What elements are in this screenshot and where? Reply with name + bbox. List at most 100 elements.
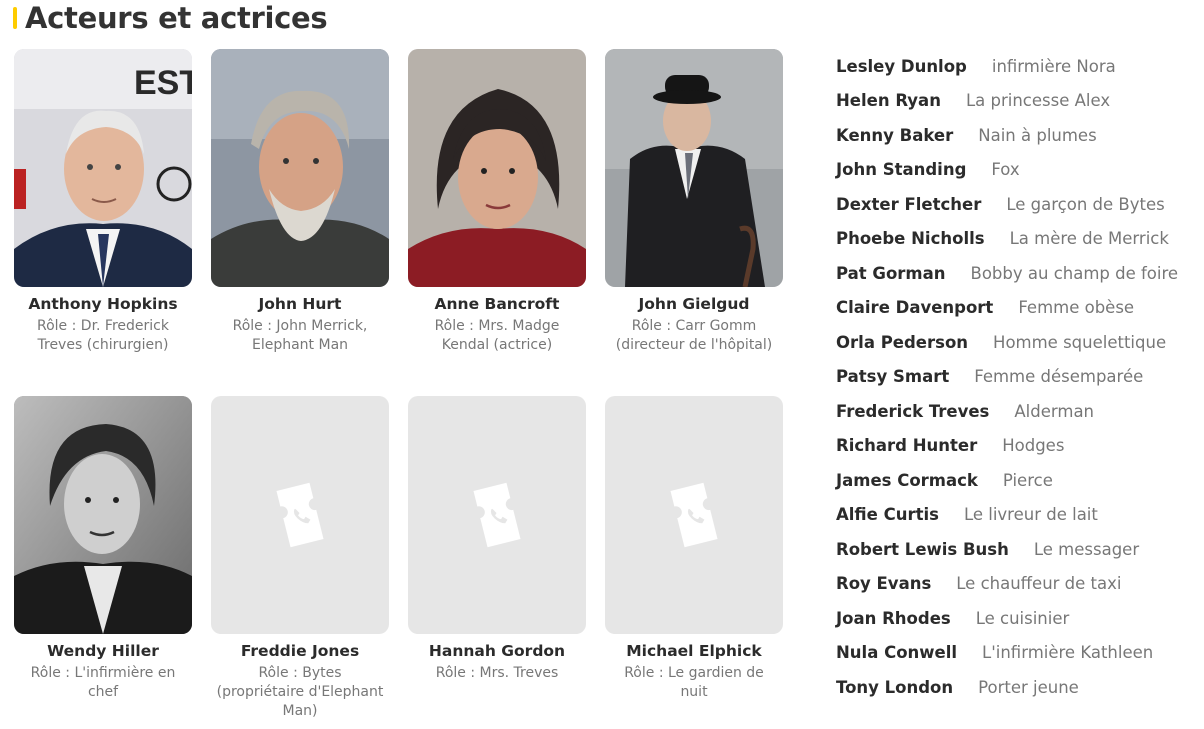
cast-row: Kenny Baker Nain à plumes <box>836 118 1204 153</box>
cast-row: Frederick Treves Alderman <box>836 394 1204 429</box>
cast-role: Hodges <box>1002 436 1065 456</box>
actor-grid: EST Anthony Hopkins Rôle : Dr. Frederick… <box>14 49 794 729</box>
cast-name[interactable]: Orla Pederson <box>836 333 968 352</box>
actor-role: Rôle : John Merrick, Elephant Man <box>232 318 368 353</box>
actor-name[interactable]: Anthony Hopkins <box>14 295 192 313</box>
cast-row: James Cormack Pierce <box>836 463 1204 498</box>
actor-card-hannah-gordon[interactable]: Hannah Gordon Rôle : Mrs. Treves <box>408 396 586 683</box>
cast-row: Orla Pederson Homme squelettique <box>836 325 1204 360</box>
cast-name[interactable]: James Cormack <box>836 471 978 490</box>
cast-row: Richard Hunter Hodges <box>836 429 1204 464</box>
cast-name[interactable]: Helen Ryan <box>836 91 941 110</box>
cast-role: Le chauffeur de taxi <box>956 574 1122 594</box>
cast-role: Nain à plumes <box>978 125 1097 145</box>
section-title: Acteurs et actrices <box>25 1 328 35</box>
actor-portrait-image <box>408 49 586 287</box>
cast-name[interactable]: Alfie Curtis <box>836 505 939 524</box>
cast-role: Bobby au champ de foire <box>970 263 1179 283</box>
actor-photo-placeholder[interactable] <box>408 396 586 634</box>
cast-role: La princesse Alex <box>965 91 1111 111</box>
cast-row: Phoebe Nicholls La mère de Merrick <box>836 222 1204 257</box>
ticket-placeholder-icon <box>473 482 521 548</box>
cast-role: Le garçon de Bytes <box>1006 194 1165 214</box>
cast-row: Lesley Dunlop infirmière Nora <box>836 49 1204 84</box>
actor-photo[interactable]: EST <box>14 49 192 287</box>
actor-name[interactable]: Anne Bancroft <box>408 295 586 313</box>
actor-name[interactable]: Hannah Gordon <box>408 642 586 660</box>
cast-list: Lesley Dunlop infirmière Nora Helen Ryan L… <box>836 49 1204 705</box>
cast-name[interactable]: Pat Gorman <box>836 264 946 283</box>
cast-row: Nula Conwell L'infirmière Kathleen <box>836 636 1204 671</box>
actor-portrait-image: EST <box>14 49 192 287</box>
cast-role: infirmière Nora <box>991 56 1116 76</box>
actor-photo[interactable] <box>408 49 586 287</box>
cast-name[interactable]: Roy Evans <box>836 574 931 593</box>
cast-row: Dexter Fletcher Le garçon de Bytes <box>836 187 1204 222</box>
cast-name[interactable]: Dexter Fletcher <box>836 195 981 214</box>
actor-card-wendy-hiller[interactable]: Wendy Hiller Rôle : L'infirmière en chef <box>14 396 192 702</box>
cast-row: Tony London Porter jeune <box>836 670 1204 705</box>
cast-row: Alfie Curtis Le livreur de lait <box>836 498 1204 533</box>
actor-photo[interactable] <box>605 49 783 287</box>
cast-name[interactable]: Frederick Treves <box>836 402 989 421</box>
cast-role: Homme squelettique <box>993 332 1167 352</box>
actor-card-michael-elphick[interactable]: Michael Elphick Rôle : Le gardien de nui… <box>605 396 783 702</box>
cast-role: L'infirmière Kathleen <box>982 643 1154 663</box>
ticket-placeholder-icon <box>670 482 718 548</box>
cast-name[interactable]: Lesley Dunlop <box>836 57 967 76</box>
actor-card-anthony-hopkins[interactable]: EST Anthony Hopkins Rôle : Dr. Frederick… <box>14 49 192 355</box>
ticket-placeholder-icon <box>276 482 324 548</box>
actor-name[interactable]: John Gielgud <box>605 295 783 313</box>
cast-row: Joan Rhodes Le cuisinier <box>836 601 1204 636</box>
actor-portrait-image <box>605 49 783 287</box>
actor-portrait-image <box>14 396 192 634</box>
actor-photo[interactable] <box>211 49 389 287</box>
actor-role: Rôle : Le gardien de nuit <box>624 665 764 700</box>
cast-name[interactable]: Richard Hunter <box>836 436 977 455</box>
cast-row: Patsy Smart Femme désemparée <box>836 360 1204 395</box>
cast-name[interactable]: Claire Davenport <box>836 298 993 317</box>
cast-row: Pat Gorman Bobby au champ de foire <box>836 256 1204 291</box>
actor-photo-placeholder[interactable] <box>605 396 783 634</box>
cast-role: Fox <box>991 160 1020 180</box>
cast-role: La mère de Merrick <box>1009 229 1169 249</box>
svg-text:EST: EST <box>134 64 192 102</box>
actor-card-anne-bancroft[interactable]: Anne Bancroft Rôle : Mrs. Madge Kendal (… <box>408 49 586 355</box>
actor-card-freddie-jones[interactable]: Freddie Jones Rôle : Bytes (propriétaire… <box>211 396 389 721</box>
actor-role: Rôle : Mrs. Treves <box>435 665 559 681</box>
cast-row: Claire Davenport Femme obèse <box>836 291 1204 326</box>
actor-portrait-image <box>211 49 389 287</box>
cast-role: Porter jeune <box>978 677 1079 697</box>
cast-name[interactable]: Kenny Baker <box>836 126 953 145</box>
cast-name[interactable]: Tony London <box>836 678 953 697</box>
cast-name[interactable]: Joan Rhodes <box>836 609 951 628</box>
actor-role: Rôle : Bytes (propriétaire d'Elephant Ma… <box>216 665 384 719</box>
cast-role: Le messager <box>1033 539 1140 559</box>
cast-name[interactable]: Phoebe Nicholls <box>836 229 985 248</box>
actor-card-john-hurt[interactable]: John Hurt Rôle : John Merrick, Elephant … <box>211 49 389 355</box>
cast-role: Le cuisinier <box>975 608 1070 628</box>
actor-role: Rôle : L'infirmière en chef <box>30 665 176 700</box>
cast-name[interactable]: John Standing <box>836 160 966 179</box>
actor-name[interactable]: Wendy Hiller <box>14 642 192 660</box>
section-header: Acteurs et actrices <box>13 0 328 36</box>
title-accent-bar <box>13 7 17 29</box>
actor-role: Rôle : Mrs. Madge Kendal (actrice) <box>434 318 560 353</box>
actor-name[interactable]: John Hurt <box>211 295 389 313</box>
cast-role: Pierce <box>1002 470 1053 490</box>
actor-photo[interactable] <box>14 396 192 634</box>
actor-role: Rôle : Dr. Frederick Treves (chirurgien) <box>37 318 169 353</box>
cast-row: Helen Ryan La princesse Alex <box>836 84 1204 119</box>
cast-name[interactable]: Nula Conwell <box>836 643 957 662</box>
cast-role: Femme désemparée <box>974 367 1144 387</box>
actor-card-john-gielgud[interactable]: John Gielgud Rôle : Carr Gomm (directeur… <box>605 49 783 355</box>
cast-name[interactable]: Patsy Smart <box>836 367 949 386</box>
actor-name[interactable]: Michael Elphick <box>605 642 783 660</box>
actor-photo-placeholder[interactable] <box>211 396 389 634</box>
cast-row: John Standing Fox <box>836 153 1204 188</box>
cast-row: Robert Lewis Bush Le messager <box>836 532 1204 567</box>
actor-name[interactable]: Freddie Jones <box>211 642 389 660</box>
cast-role: Alderman <box>1014 401 1095 421</box>
cast-role: Femme obèse <box>1018 298 1135 318</box>
cast-name[interactable]: Robert Lewis Bush <box>836 540 1009 559</box>
